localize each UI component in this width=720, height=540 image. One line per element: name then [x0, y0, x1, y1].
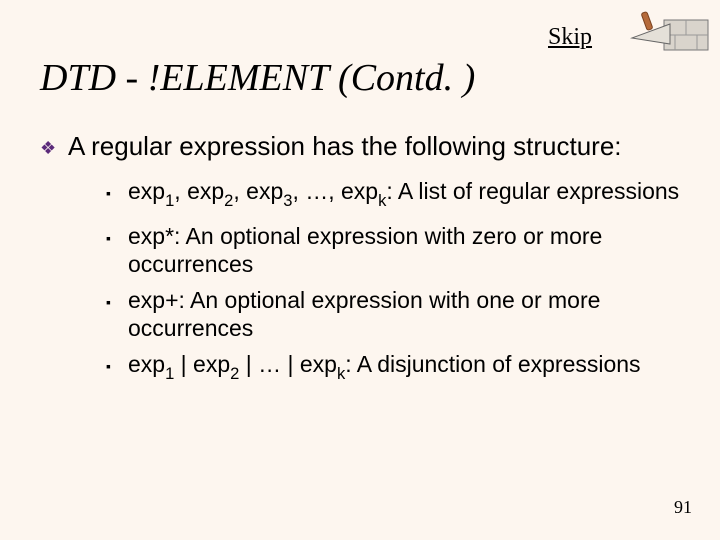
square-bullet-icon: ▪	[106, 286, 128, 316]
diamond-bullet-icon: ❖	[40, 130, 68, 163]
list-item: ▪ exp*: An optional expression with zero…	[106, 222, 680, 278]
list-item-text: exp1 | exp2 | … | expk: A disjunction of…	[128, 350, 641, 387]
sublist: ▪ exp1, exp2, exp3, …, expk: A list of r…	[106, 177, 680, 386]
page-number: 91	[674, 497, 692, 518]
slide-title: DTD - !ELEMENT (Contd. )	[40, 56, 475, 100]
slide-body: ❖ A regular expression has the following…	[40, 130, 680, 394]
skip-link[interactable]: Skip	[548, 24, 592, 51]
slide: Skip DTD - !ELEMENT (Contd. ) ❖ A regula…	[0, 0, 720, 540]
square-bullet-icon: ▪	[106, 222, 128, 252]
list-item-text: exp+: An optional expression with one or…	[128, 286, 680, 342]
list-item: ▪ exp1 | exp2 | … | expk: A disjunction …	[106, 350, 680, 387]
trowel-icon	[602, 2, 712, 62]
list-item-text: exp*: An optional expression with zero o…	[128, 222, 680, 278]
square-bullet-icon: ▪	[106, 177, 128, 207]
intro-item: ❖ A regular expression has the following…	[40, 130, 680, 163]
list-item: ▪ exp1, exp2, exp3, …, expk: A list of r…	[106, 177, 680, 214]
list-item: ▪ exp+: An optional expression with one …	[106, 286, 680, 342]
intro-text: A regular expression has the following s…	[68, 130, 622, 162]
square-bullet-icon: ▪	[106, 350, 128, 380]
list-item-text: exp1, exp2, exp3, …, expk: A list of reg…	[128, 177, 679, 214]
